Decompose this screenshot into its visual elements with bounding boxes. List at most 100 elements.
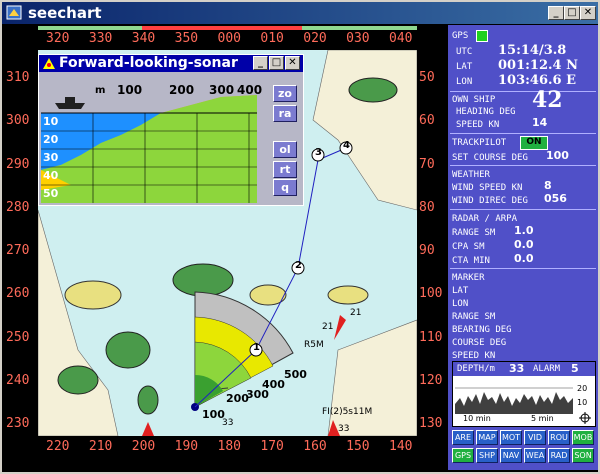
sonar-minimize-button[interactable]: _ [253,56,268,70]
radar-button[interactable]: RAD [548,448,570,463]
waypoint-2[interactable]: 2 [295,260,302,271]
ship-button[interactable]: SHP [476,448,498,463]
compass-tick-label: 150 [346,439,370,454]
divider [450,133,596,134]
title-bar[interactable]: seechart _ □ ✕ [2,2,598,24]
waypoint-1[interactable]: 1 [253,342,260,353]
weather-button[interactable]: WEA [524,448,546,463]
nav-button[interactable]: NAV [500,448,522,463]
compass-tick-label: 60 [419,113,435,129]
sonar-range-label: 200 [169,83,195,97]
divider [450,268,596,269]
radar-label: RADAR / ARPA [452,214,518,224]
close-button[interactable]: ✕ [580,6,596,20]
waypoint-4[interactable]: 4 [343,140,350,151]
set-course-value: 100 [546,149,569,162]
info-panel: GPS UTC 15:14/3.8 LAT 001:12.4 N LON 103… [448,25,598,470]
utc-label: UTC [456,47,473,57]
depth-value: 33 [509,362,525,375]
compass-tick-label: 290 [6,156,30,172]
compass-bottom: 220 210 200 190 180 170 160 150 140 [38,438,417,456]
sonar-depth-label: 40 [43,169,59,182]
sonar-unit-label: m [95,85,106,96]
chart-annotation: 21 [322,322,334,332]
maximize-button[interactable]: □ [564,6,580,20]
compass-tick-label: 330 [88,31,113,46]
cta-value: 0.0 [514,252,534,265]
wind-speed-label: WIND SPEED KN [452,183,523,193]
compass-tick-label: 110 [419,329,443,345]
radar-range-label: RANGE SM [452,228,496,238]
motion-button[interactable]: MOT [500,430,522,445]
trackpilot-toggle[interactable]: ON [520,136,548,150]
route-button[interactable]: ROU [548,430,570,445]
sonar-quit-button[interactable]: q [273,179,297,196]
mob-button[interactable]: MOB [572,430,594,445]
app-window: seechart _ □ ✕ 320 330 340 350 000 010 020 030 0… [0,0,600,474]
wind-direction-label: WIND DIREC DEG [452,196,528,206]
compass-tick-label: 300 [6,113,30,129]
compass-tick-label: 270 [6,243,30,258]
compass-tick-label: 220 [46,439,70,454]
set-course-label: SET COURSE DEG [452,153,528,163]
depth-axis-label: 20 [577,384,588,393]
gps-status-indicator [476,30,488,42]
sonar-zoom-button[interactable]: zo [273,85,297,102]
chart-annotation: 33 [222,418,234,428]
sonar-maximize-button[interactable]: □ [269,56,284,70]
depth-label: DEPTH/m [457,364,495,374]
compass-tick-label: 210 [88,439,113,454]
gps-label: GPS [452,31,469,41]
sonar-icon [43,58,55,69]
depth-sounder: DEPTH/m 33 ALARM 5 20 10 10 min 5 min [452,361,596,427]
area-button[interactable]: ARE [452,430,474,445]
map-button[interactable]: MAP [476,430,498,445]
compass-tick-label: 130 [419,416,443,431]
compass-tick-label: 000 [217,31,241,46]
depth-history-graph [455,387,573,414]
sonar-ol-button[interactable]: ol [273,141,297,158]
cpa-value: 0.0 [514,238,534,251]
range-ring-label: 500 [284,368,307,381]
sonar-range-label: 400 [237,83,263,97]
compass-tick-label: 80 [419,199,435,215]
sonar-depth-label: 30 [43,151,59,164]
heading-value: 42 [532,87,563,113]
alarm-value: 5 [571,362,579,375]
compass-tick-label: 50 [419,70,435,85]
marker-lat-label: LAT [452,286,469,296]
time-axis-label: 5 min [531,414,554,423]
sonar-close-button[interactable]: ✕ [285,56,300,70]
gps-button[interactable]: GPS [452,448,474,463]
divider [450,91,596,92]
compass-left: 310 300 290 280 270 260 250 240 230 [4,50,38,436]
divider [450,165,596,166]
sonar-button[interactable]: SON [572,448,594,463]
sonar-window[interactable]: Forward-looking-sonar _ □ ✕ m 100 200 30… [38,54,304,206]
heading-label: HEADING DEG [456,107,516,117]
compass-tick-label: 250 [6,329,30,345]
cta-label: CTA MIN [452,256,490,266]
sonar-title-bar[interactable]: Forward-looking-sonar _ □ ✕ [39,55,303,72]
compass-tick-label: 230 [6,416,30,431]
sonar-rt-button[interactable]: rt [273,161,297,178]
chart-annotation: 33 [338,424,350,434]
compass-tick-label: 260 [6,286,30,302]
crosshair-icon[interactable] [579,412,591,424]
marker-label: MARKER [452,273,485,283]
video-button[interactable]: VID [524,430,546,445]
depth-axis-label: 10 [577,398,588,407]
sonar-range-button[interactable]: ra [273,105,297,122]
lon-value: 103:46.6 E [498,73,577,88]
wind-speed-value: 8 [544,179,552,192]
compass-tick-label: 280 [6,199,30,215]
compass-tick-label: 030 [346,31,370,46]
marker-course-label: COURSE DEG [452,338,507,348]
compass-tick-label: 320 [46,31,70,46]
marker-bearing-label: BEARING DEG [452,325,512,335]
minimize-button[interactable]: _ [548,6,564,20]
own-ship-label: OWN SHIP [452,95,496,105]
compass-tick-label: 040 [389,31,413,46]
range-ring-label: 400 [262,378,285,391]
waypoint-3[interactable]: 3 [315,147,322,158]
